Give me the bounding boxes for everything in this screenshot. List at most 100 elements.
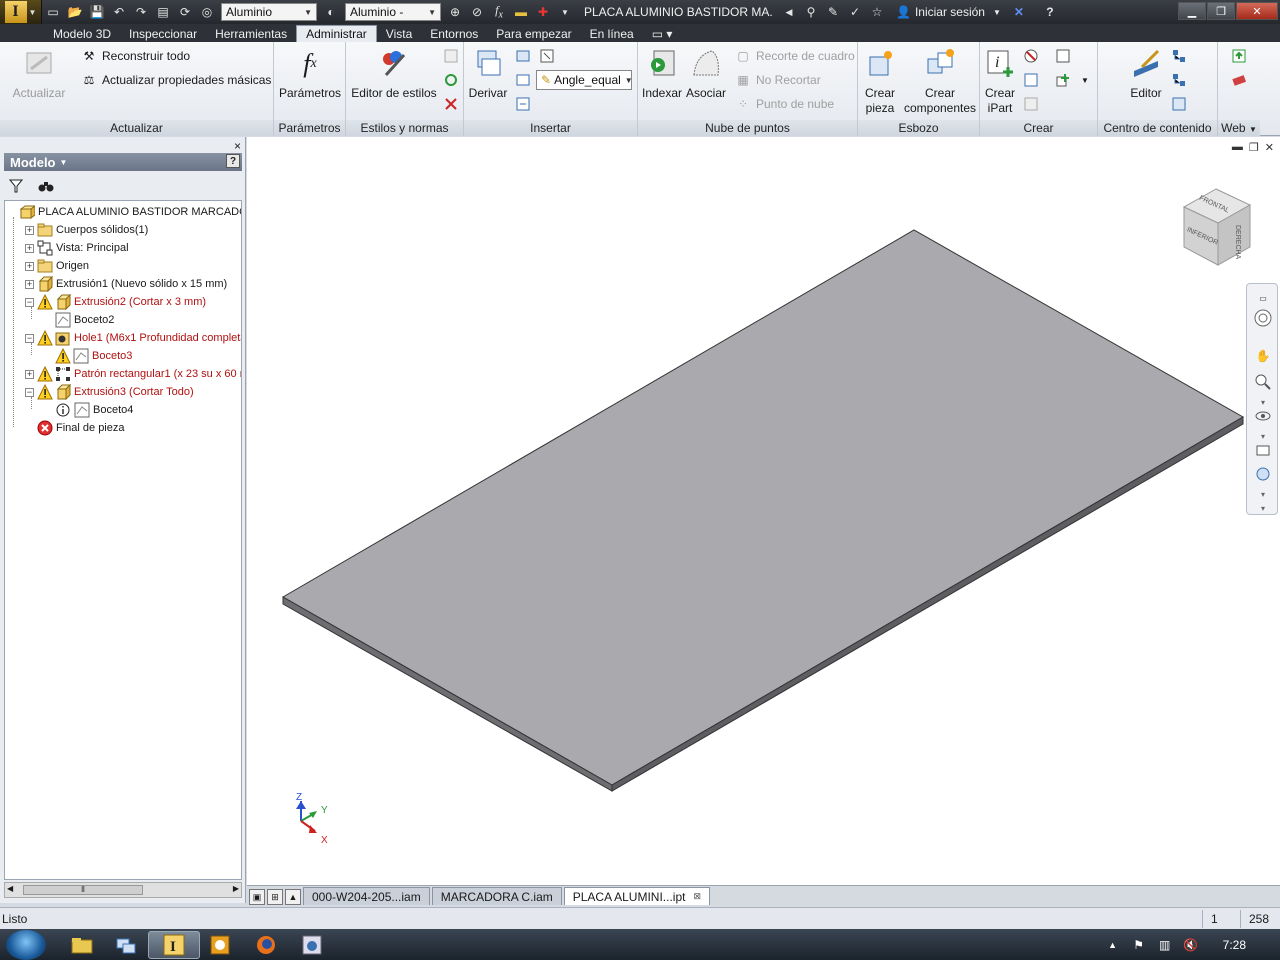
undo-icon[interactable]: ↶ bbox=[109, 3, 129, 21]
new-icon[interactable]: ▭ bbox=[43, 3, 63, 21]
index-button[interactable]: Indexar bbox=[640, 46, 684, 101]
expand-icon[interactable]: + bbox=[25, 369, 34, 379]
parameters-button[interactable]: fx Parámetros bbox=[278, 46, 342, 101]
style-editor-button[interactable]: Editor de estilos bbox=[350, 46, 438, 101]
insert-object-icon[interactable] bbox=[536, 46, 558, 66]
attach-cloud-button[interactable]: Asociar bbox=[684, 46, 728, 101]
tab-en-linea[interactable]: En línea bbox=[581, 25, 643, 42]
attach-icon[interactable] bbox=[512, 70, 534, 90]
save-icon[interactable]: 💾 bbox=[87, 3, 107, 21]
measure-icon[interactable]: ▬ bbox=[511, 3, 531, 21]
scrollbar-thumb[interactable]: ⦀ bbox=[23, 885, 143, 895]
doctab-assembly-2[interactable]: MARCADORA C.iam bbox=[431, 887, 562, 905]
ilogic-icon[interactable] bbox=[1020, 46, 1042, 66]
content-tree-2-icon[interactable] bbox=[1168, 70, 1190, 90]
action-center-flag-icon[interactable]: ⚑ bbox=[1131, 937, 1147, 953]
tree-node[interactable]: − Extrusión2 (Cortar x 3 mm) bbox=[25, 293, 206, 311]
doctab-assembly-1[interactable]: 000-W204-205...iam bbox=[303, 887, 430, 905]
tab-para-empezar[interactable]: Para empezar bbox=[487, 25, 580, 42]
tree-node[interactable]: + Patrón rectangular1 (x 23 su x 60 mm bbox=[25, 365, 241, 383]
material-combo[interactable]: Aluminio ▼ bbox=[221, 3, 317, 21]
select-icon[interactable]: ◎ bbox=[197, 3, 217, 21]
tab-herramientas[interactable]: Herramientas bbox=[206, 25, 296, 42]
appearance-combo[interactable]: Aluminio - ▼ bbox=[345, 3, 441, 21]
plugin-icon[interactable] bbox=[1020, 70, 1042, 90]
create-part-button[interactable]: Crear pieza bbox=[860, 46, 900, 116]
viewcube-right-label[interactable]: DERECHA bbox=[1234, 225, 1241, 260]
print-icon[interactable]: ▤ bbox=[153, 3, 173, 21]
collapse-icon[interactable]: − bbox=[25, 387, 34, 397]
navbar-customize-icon[interactable]: ▾ bbox=[1253, 498, 1273, 518]
browser-close-icon[interactable]: × bbox=[234, 139, 241, 153]
tab-vista[interactable]: Vista bbox=[377, 25, 421, 42]
signin-button[interactable]: 👤 Iniciar sesión ▼ bbox=[896, 5, 1001, 19]
expand-icon[interactable]: + bbox=[25, 279, 34, 289]
create-components-button[interactable]: Crear componentes bbox=[902, 46, 978, 116]
content-grid-icon[interactable] bbox=[1168, 94, 1190, 114]
content-editor-button[interactable]: Editor bbox=[1126, 46, 1166, 101]
ribbon-minimize-icon[interactable]: ▭ ▾ bbox=[643, 25, 682, 42]
update-styles-icon[interactable] bbox=[440, 70, 462, 90]
expand-icon[interactable]: + bbox=[25, 225, 34, 235]
open-icon[interactable]: 📂 bbox=[65, 3, 85, 21]
orbit-icon[interactable] bbox=[1253, 406, 1273, 426]
model-viewport[interactable] bbox=[247, 137, 1280, 885]
import-icon[interactable] bbox=[512, 46, 534, 66]
steering-wheel-icon[interactable] bbox=[1253, 308, 1273, 328]
doctab-close-icon[interactable]: ⊠ bbox=[693, 891, 701, 902]
appearance-icon[interactable] bbox=[1253, 464, 1273, 484]
scroll-left-icon[interactable]: ◀ bbox=[7, 884, 13, 893]
add-icon[interactable]: ✚ bbox=[533, 3, 553, 21]
tab-modelo-3d[interactable]: Modelo 3D bbox=[44, 25, 120, 42]
tree-node[interactable]: Final de pieza bbox=[25, 419, 125, 437]
tree-node[interactable]: + Origen bbox=[25, 257, 89, 275]
tree-node[interactable]: + Vista: Principal bbox=[25, 239, 129, 257]
graphics-window[interactable]: ▬ ❐ ✕ FRONTAL INFERIOR DERECHA ▭ ✋ ▾ ▾ ▾… bbox=[247, 137, 1280, 885]
derive-button[interactable]: Derivar bbox=[466, 46, 510, 101]
purge-styles-icon[interactable] bbox=[440, 94, 462, 114]
zoom-icon[interactable] bbox=[1253, 372, 1273, 392]
rebuild-all-button[interactable]: ⚒ Reconstruir todo bbox=[80, 46, 190, 66]
network-taskbar-icon[interactable] bbox=[100, 931, 152, 959]
box-crop-button[interactable]: ▢ Recorte de cuadro bbox=[734, 46, 854, 66]
tree-horizontal-scrollbar[interactable]: ◀ ⦀ ▶ bbox=[4, 882, 242, 898]
fx-icon[interactable]: fx bbox=[489, 3, 509, 21]
comm-center-icon[interactable]: ✓ bbox=[845, 3, 865, 21]
ifeature-extract-icon[interactable] bbox=[1052, 70, 1074, 90]
volume-muted-icon[interactable]: 🔇 bbox=[1183, 937, 1199, 953]
table-icon[interactable] bbox=[1020, 94, 1042, 114]
chevron-down-icon[interactable]: ▼ bbox=[1074, 70, 1096, 90]
clock-app-taskbar-icon[interactable] bbox=[194, 931, 246, 959]
tree-node[interactable]: Boceto3 bbox=[43, 347, 132, 365]
tab-list-icon[interactable]: ▲ bbox=[285, 889, 301, 905]
start-button[interactable] bbox=[6, 930, 46, 960]
save-styles-icon[interactable] bbox=[440, 46, 462, 66]
star-icon[interactable]: ☆ bbox=[867, 3, 887, 21]
inventor-taskbar-icon[interactable]: I bbox=[148, 931, 200, 959]
browser-help-icon[interactable]: ? bbox=[226, 154, 240, 168]
web-eraser-icon[interactable] bbox=[1228, 70, 1250, 90]
update-icon[interactable]: ⟳ bbox=[175, 3, 195, 21]
network-icon[interactable]: ▥ bbox=[1157, 937, 1173, 953]
tree-node[interactable]: Boceto4 bbox=[43, 401, 133, 419]
create-ipart-button[interactable]: i Crear iPart bbox=[982, 46, 1018, 116]
adjust-icon[interactable]: ⊕ bbox=[445, 3, 465, 21]
tray-expand-icon[interactable]: ▲ bbox=[1105, 937, 1121, 953]
tab-administrar[interactable]: Administrar bbox=[296, 25, 377, 42]
ifeature-icon[interactable] bbox=[1052, 46, 1074, 66]
qa-customize-icon[interactable]: ▼ bbox=[555, 3, 575, 21]
import-cad-icon[interactable] bbox=[512, 94, 534, 114]
update-mass-button[interactable]: ⚖ Actualizar propiedades másicas bbox=[80, 70, 272, 90]
filter-icon[interactable] bbox=[4, 177, 28, 195]
tab-inspeccionar[interactable]: Inspeccionar bbox=[120, 25, 206, 42]
clear-icon[interactable]: ⊘ bbox=[467, 3, 487, 21]
scroll-left-icon[interactable]: ◀ bbox=[779, 3, 799, 21]
expand-icon[interactable]: + bbox=[25, 261, 34, 271]
collapse-icon[interactable]: − bbox=[25, 297, 34, 307]
tree-node[interactable]: PLACA ALUMINIO BASTIDOR MARCADORA bbox=[7, 203, 241, 221]
angle-combo[interactable]: ✎ Angle_equal ▼ bbox=[536, 70, 633, 90]
help-icon[interactable]: ? bbox=[1040, 3, 1060, 21]
minimize-button[interactable]: ▁ bbox=[1178, 2, 1206, 20]
application-menu-button[interactable]: I ▼ bbox=[0, 0, 42, 24]
tree-node[interactable]: − Extrusión3 (Cortar Todo) bbox=[25, 383, 194, 401]
